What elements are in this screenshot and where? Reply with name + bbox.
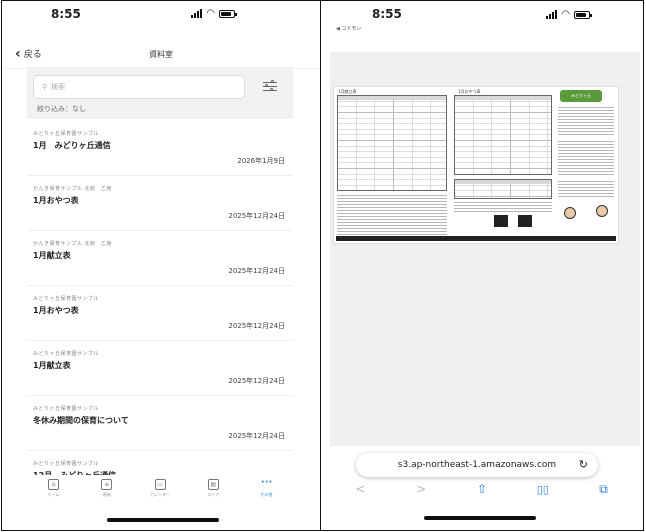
menu-table-right	[454, 95, 552, 175]
tabs-icon[interactable]: ⧉	[594, 482, 614, 497]
item-title: 冬休み期間の保育について	[33, 416, 129, 425]
tab-label: その他	[260, 492, 273, 497]
battery-icon	[219, 9, 237, 18]
doc-image	[518, 215, 532, 227]
notes-right-low	[558, 181, 614, 199]
share-icon[interactable]: ⇧	[472, 482, 492, 496]
status-icons: ◠	[546, 9, 592, 20]
wifi-icon: ◠	[561, 9, 570, 20]
tab-label: ホーム	[47, 492, 60, 497]
item-source: みどりヶ丘保育園サンプル	[33, 406, 99, 412]
status-icons: ◠	[191, 8, 237, 19]
filter-settings-icon[interactable]	[263, 80, 277, 92]
item-source: かんき保育サンプル 北館 乙館	[33, 241, 112, 247]
item-source: みどりヶ丘保育園サンプル	[33, 351, 99, 357]
search-input[interactable]: ⚲ 検索	[33, 75, 245, 99]
nav-bar: ‹ 戻る 資料室	[3, 39, 319, 69]
back-to-app-link[interactable]: ◀ コドモン	[336, 25, 361, 32]
doc-image	[494, 215, 508, 227]
panel-divider	[320, 0, 321, 531]
list-item[interactable]: みどりヶ丘保育園サンプル 1月おやつ表 2025年12月24日	[27, 286, 293, 341]
item-title: 1月 みどりヶ丘通信	[33, 141, 111, 150]
message-icon: ≡	[101, 479, 113, 490]
item-date: 2025年12月24日	[228, 267, 285, 275]
tab-label: 連絡	[102, 492, 111, 497]
item-source: かんき保育サンプル 北館 乙館	[33, 186, 112, 192]
list-item[interactable]: みどりヶ丘保育園サンプル 冬休み期間の保育について 2025年12月24日	[27, 396, 293, 451]
item-source: みどりヶ丘保育園サンプル	[33, 296, 99, 302]
status-time: 8:55	[372, 7, 402, 21]
pdf-viewer[interactable]: 1月献立表 1月おやつ表 みどりヶ丘	[330, 52, 640, 446]
tab-calendar[interactable]: ▭ カレンダー	[133, 475, 186, 515]
tab-more[interactable]: ··· その他	[240, 475, 293, 515]
page-title: 資料室	[149, 50, 173, 59]
illustration-child	[596, 205, 608, 217]
item-title: 1月献立表	[33, 361, 71, 370]
calendar-icon: ▭	[154, 479, 166, 490]
browser-toolbar: < > ⇧ ▯▯ ⧉	[322, 479, 642, 499]
tab-store[interactable]: ▤ ストア	[187, 475, 240, 515]
filter-status: 絞り込み：なし	[37, 105, 86, 113]
tab-label: ストア	[207, 492, 220, 497]
home-indicator	[424, 516, 536, 520]
address-bar[interactable]: s3.ap-northeast-1.amazonaws.com ↻	[356, 453, 598, 477]
notes-right-mid	[558, 141, 614, 177]
back-arrow-icon[interactable]: <	[350, 482, 370, 496]
list-item[interactable]: かんき保育サンプル 北館 乙館 1月献立表 2025年12月24日	[27, 231, 293, 286]
store-icon: ▤	[207, 479, 219, 490]
document-page: 1月献立表 1月おやつ表 みどりヶ丘	[333, 86, 619, 244]
item-date: 2026年1月9日	[237, 157, 285, 165]
menu-table-left	[337, 95, 447, 191]
notes-right-top	[558, 107, 614, 137]
item-title: 1月おやつ表	[33, 196, 79, 205]
tab-label: カレンダー	[150, 492, 170, 497]
list-item[interactable]: みどりヶ丘保育園サンプル 1月 みどりヶ丘通信 2026年1月9日	[27, 121, 293, 176]
more-icon: ···	[260, 477, 273, 488]
bookmarks-icon[interactable]: ▯▯	[533, 483, 553, 496]
signal-icon	[546, 10, 558, 19]
item-title: 1月おやつ表	[33, 306, 79, 315]
document-list: みどりヶ丘保育園サンプル 1月 みどりヶ丘通信 2026年1月9日 かんき保育サ…	[27, 121, 293, 506]
right-phone-screen: 8:55 ◀ コドモン ◠ 1月献立表 1月おやつ表 みどりヶ丘 s3.ap-n…	[322, 1, 642, 529]
search-icon: ⚲	[42, 83, 48, 91]
status-bar: 8:55 ◠	[3, 1, 319, 37]
item-date: 2025年12月24日	[228, 212, 285, 220]
list-item[interactable]: かんき保育サンプル 北館 乙館 1月おやつ表 2025年12月24日	[27, 176, 293, 231]
forward-arrow-icon[interactable]: >	[411, 482, 431, 496]
tab-home[interactable]: ⌂ ホーム	[27, 475, 80, 515]
wifi-icon: ◠	[206, 8, 215, 19]
list-item[interactable]: みどりヶ丘保育園サンプル 1月献立表 2025年12月24日	[27, 341, 293, 396]
reload-icon[interactable]: ↻	[579, 458, 588, 471]
search-area: ⚲ 検索 絞り込み：なし	[27, 67, 293, 119]
item-date: 2025年12月24日	[228, 322, 285, 330]
tab-messages[interactable]: ≡ 連絡	[80, 475, 133, 515]
item-date: 2025年12月24日	[228, 432, 285, 440]
item-date: 2025年12月24日	[228, 377, 285, 385]
item-title: 1月献立表	[33, 251, 71, 260]
search-placeholder: 検索	[51, 83, 66, 91]
home-indicator	[107, 518, 219, 522]
battery-icon	[574, 10, 592, 19]
illustration-child	[564, 207, 576, 219]
home-icon: ⌂	[48, 479, 60, 490]
url-text: s3.ap-northeast-1.amazonaws.com	[397, 460, 557, 470]
status-time: 8:55	[51, 7, 81, 21]
left-phone-screen: 8:55 ◠ ‹ 戻る 資料室 ⚲ 検索 絞り込み：なし みどりヶ丘保育園サンプ…	[3, 1, 319, 529]
newsletter-badge: みどりヶ丘	[560, 90, 602, 102]
doc-footer	[336, 236, 616, 241]
item-source: みどりヶ丘保育園サンプル	[33, 461, 99, 467]
snack-table	[454, 179, 552, 199]
notes-middle	[454, 202, 552, 214]
item-source: みどりヶ丘保育園サンプル	[33, 131, 99, 137]
status-bar: 8:55 ◀ コドモン ◠	[322, 1, 642, 43]
notes-left	[337, 195, 447, 235]
signal-icon	[191, 9, 203, 18]
tab-bar: ⌂ ホーム ≡ 連絡 ▭ カレンダー ▤ ストア ··· その他	[27, 475, 293, 515]
